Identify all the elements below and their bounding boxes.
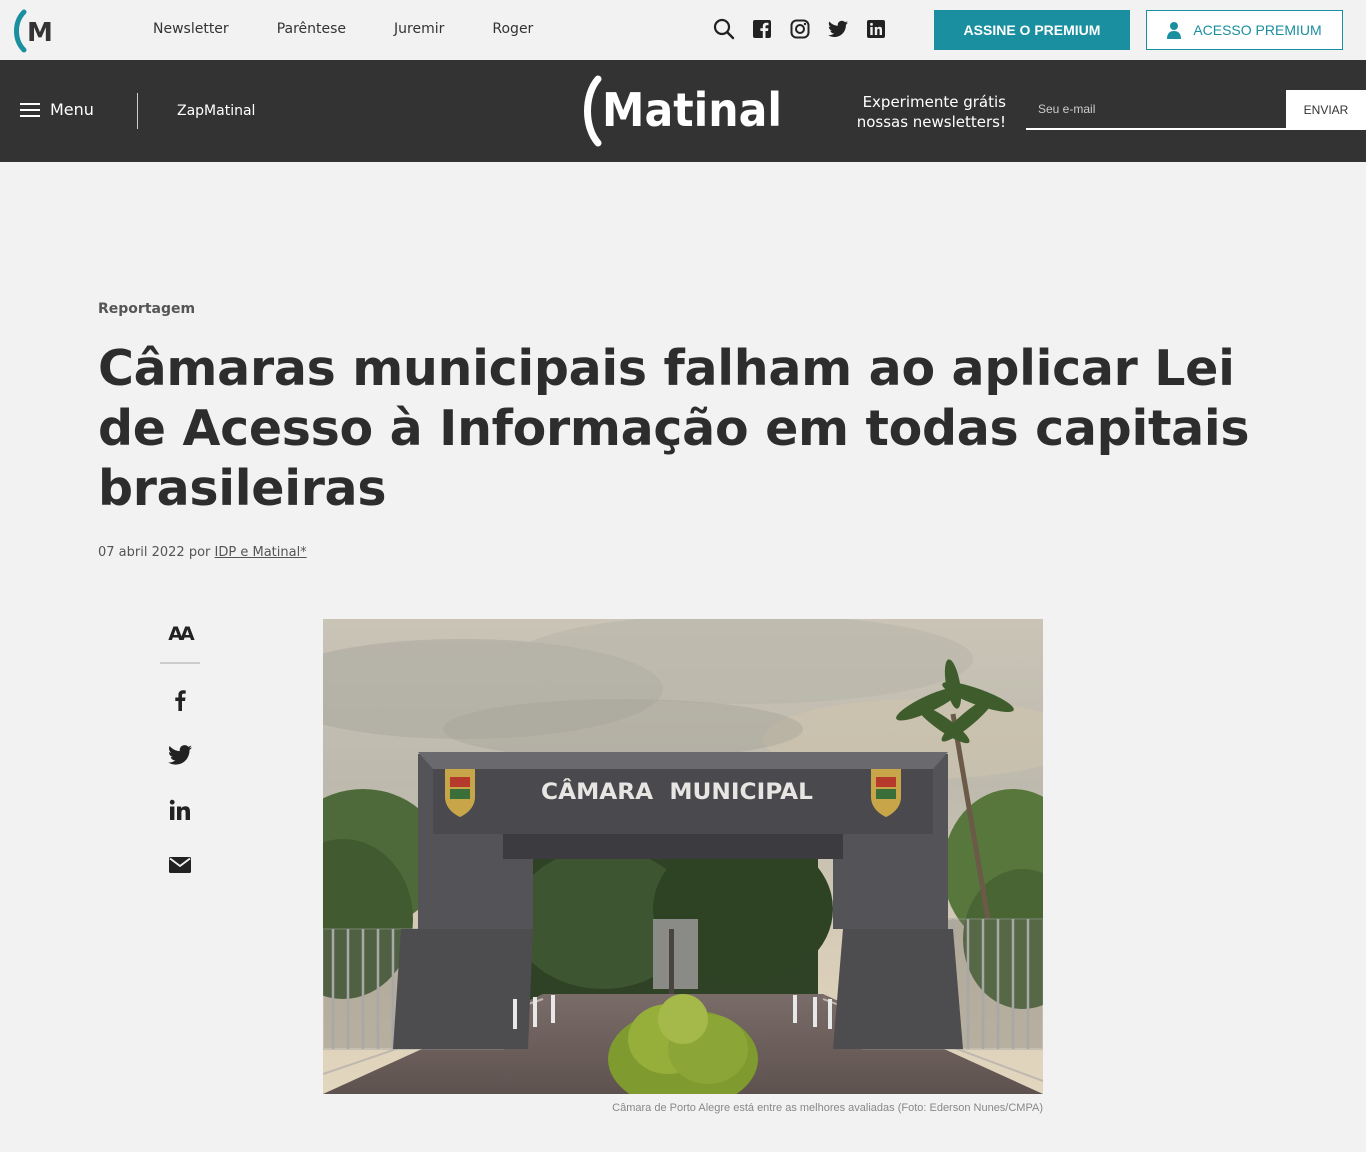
- article-byline: 07 abril 2022 por IDP e Matinal*: [98, 545, 307, 560]
- nav-newsletter[interactable]: Newsletter: [153, 21, 229, 37]
- instagram-icon[interactable]: [788, 17, 812, 41]
- premium-access-button[interactable]: ACESSO PREMIUM: [1146, 10, 1343, 50]
- article-date: 07 abril 2022: [98, 545, 185, 560]
- top-bar: M Newsletter Parêntese Juremir Roger ASS…: [0, 0, 1366, 60]
- share-facebook-button[interactable]: [160, 684, 200, 716]
- main-header: Menu ZapMatinal Matinal Experimente grát…: [0, 60, 1366, 162]
- menu-label: Menu: [50, 100, 94, 119]
- hamburger-icon: [20, 102, 40, 117]
- brand-name: Matinal: [602, 83, 782, 137]
- newsletter-cta-line2: nossas newsletters!: [856, 113, 1006, 131]
- article-title: Câmaras municipais falham ao aplicar Lei…: [98, 340, 1250, 517]
- gate-sign-text: CÂMARA MUNICIPAL: [541, 779, 813, 805]
- font-size-button[interactable]: AA: [160, 618, 200, 650]
- social-links: [712, 17, 902, 41]
- share-divider: [160, 662, 200, 664]
- premium-access-label: ACESSO PREMIUM: [1193, 22, 1322, 38]
- linkedin-icon[interactable]: [864, 17, 888, 41]
- matinal-small-logo[interactable]: M: [14, 8, 56, 54]
- nav-juremir[interactable]: Juremir: [394, 21, 444, 37]
- newsletter-cta: Experimente grátis nossas newsletters!: [820, 92, 1006, 132]
- camara-municipal-photo: CÂMARA MUNICIPAL: [323, 619, 1043, 1094]
- article-hero-image: CÂMARA MUNICIPAL: [323, 619, 1043, 1094]
- share-twitter-button[interactable]: [160, 739, 200, 771]
- newsletter-cta-line1: Experimente grátis: [862, 93, 1006, 111]
- share-rail: AA: [160, 618, 200, 881]
- top-nav: Newsletter Parêntese Juremir Roger: [153, 21, 581, 37]
- article-category[interactable]: Reportagem: [98, 301, 195, 317]
- send-button[interactable]: ENVIAR: [1286, 90, 1366, 130]
- facebook-icon[interactable]: [750, 17, 774, 41]
- share-linkedin-button[interactable]: [160, 794, 200, 826]
- font-size-icon: AA: [168, 623, 194, 645]
- share-email-button[interactable]: [160, 849, 200, 881]
- facebook-icon: [175, 690, 186, 711]
- email-icon: [169, 857, 191, 873]
- matinal-logo[interactable]: Matinal: [582, 75, 792, 147]
- user-icon: [1167, 22, 1182, 39]
- subscribe-premium-button[interactable]: ASSINE O PREMIUM: [934, 10, 1130, 50]
- nav-parentese[interactable]: Parêntese: [277, 21, 346, 37]
- twitter-icon: [168, 745, 192, 765]
- linkedin-icon: [169, 799, 190, 820]
- zapmatinal-link[interactable]: ZapMatinal: [177, 103, 255, 119]
- image-caption: Câmara de Porto Alegre está entre as mel…: [612, 1102, 1043, 1114]
- menu-button[interactable]: Menu: [20, 100, 94, 119]
- twitter-icon[interactable]: [826, 17, 850, 41]
- newsletter-email-input[interactable]: [1026, 90, 1286, 130]
- nav-roger[interactable]: Roger: [492, 21, 533, 37]
- header-divider: [137, 93, 138, 129]
- svg-text:M: M: [27, 18, 53, 48]
- author-link[interactable]: IDP e Matinal*: [215, 545, 307, 560]
- byline-by: por: [188, 545, 211, 560]
- search-icon[interactable]: [712, 17, 736, 41]
